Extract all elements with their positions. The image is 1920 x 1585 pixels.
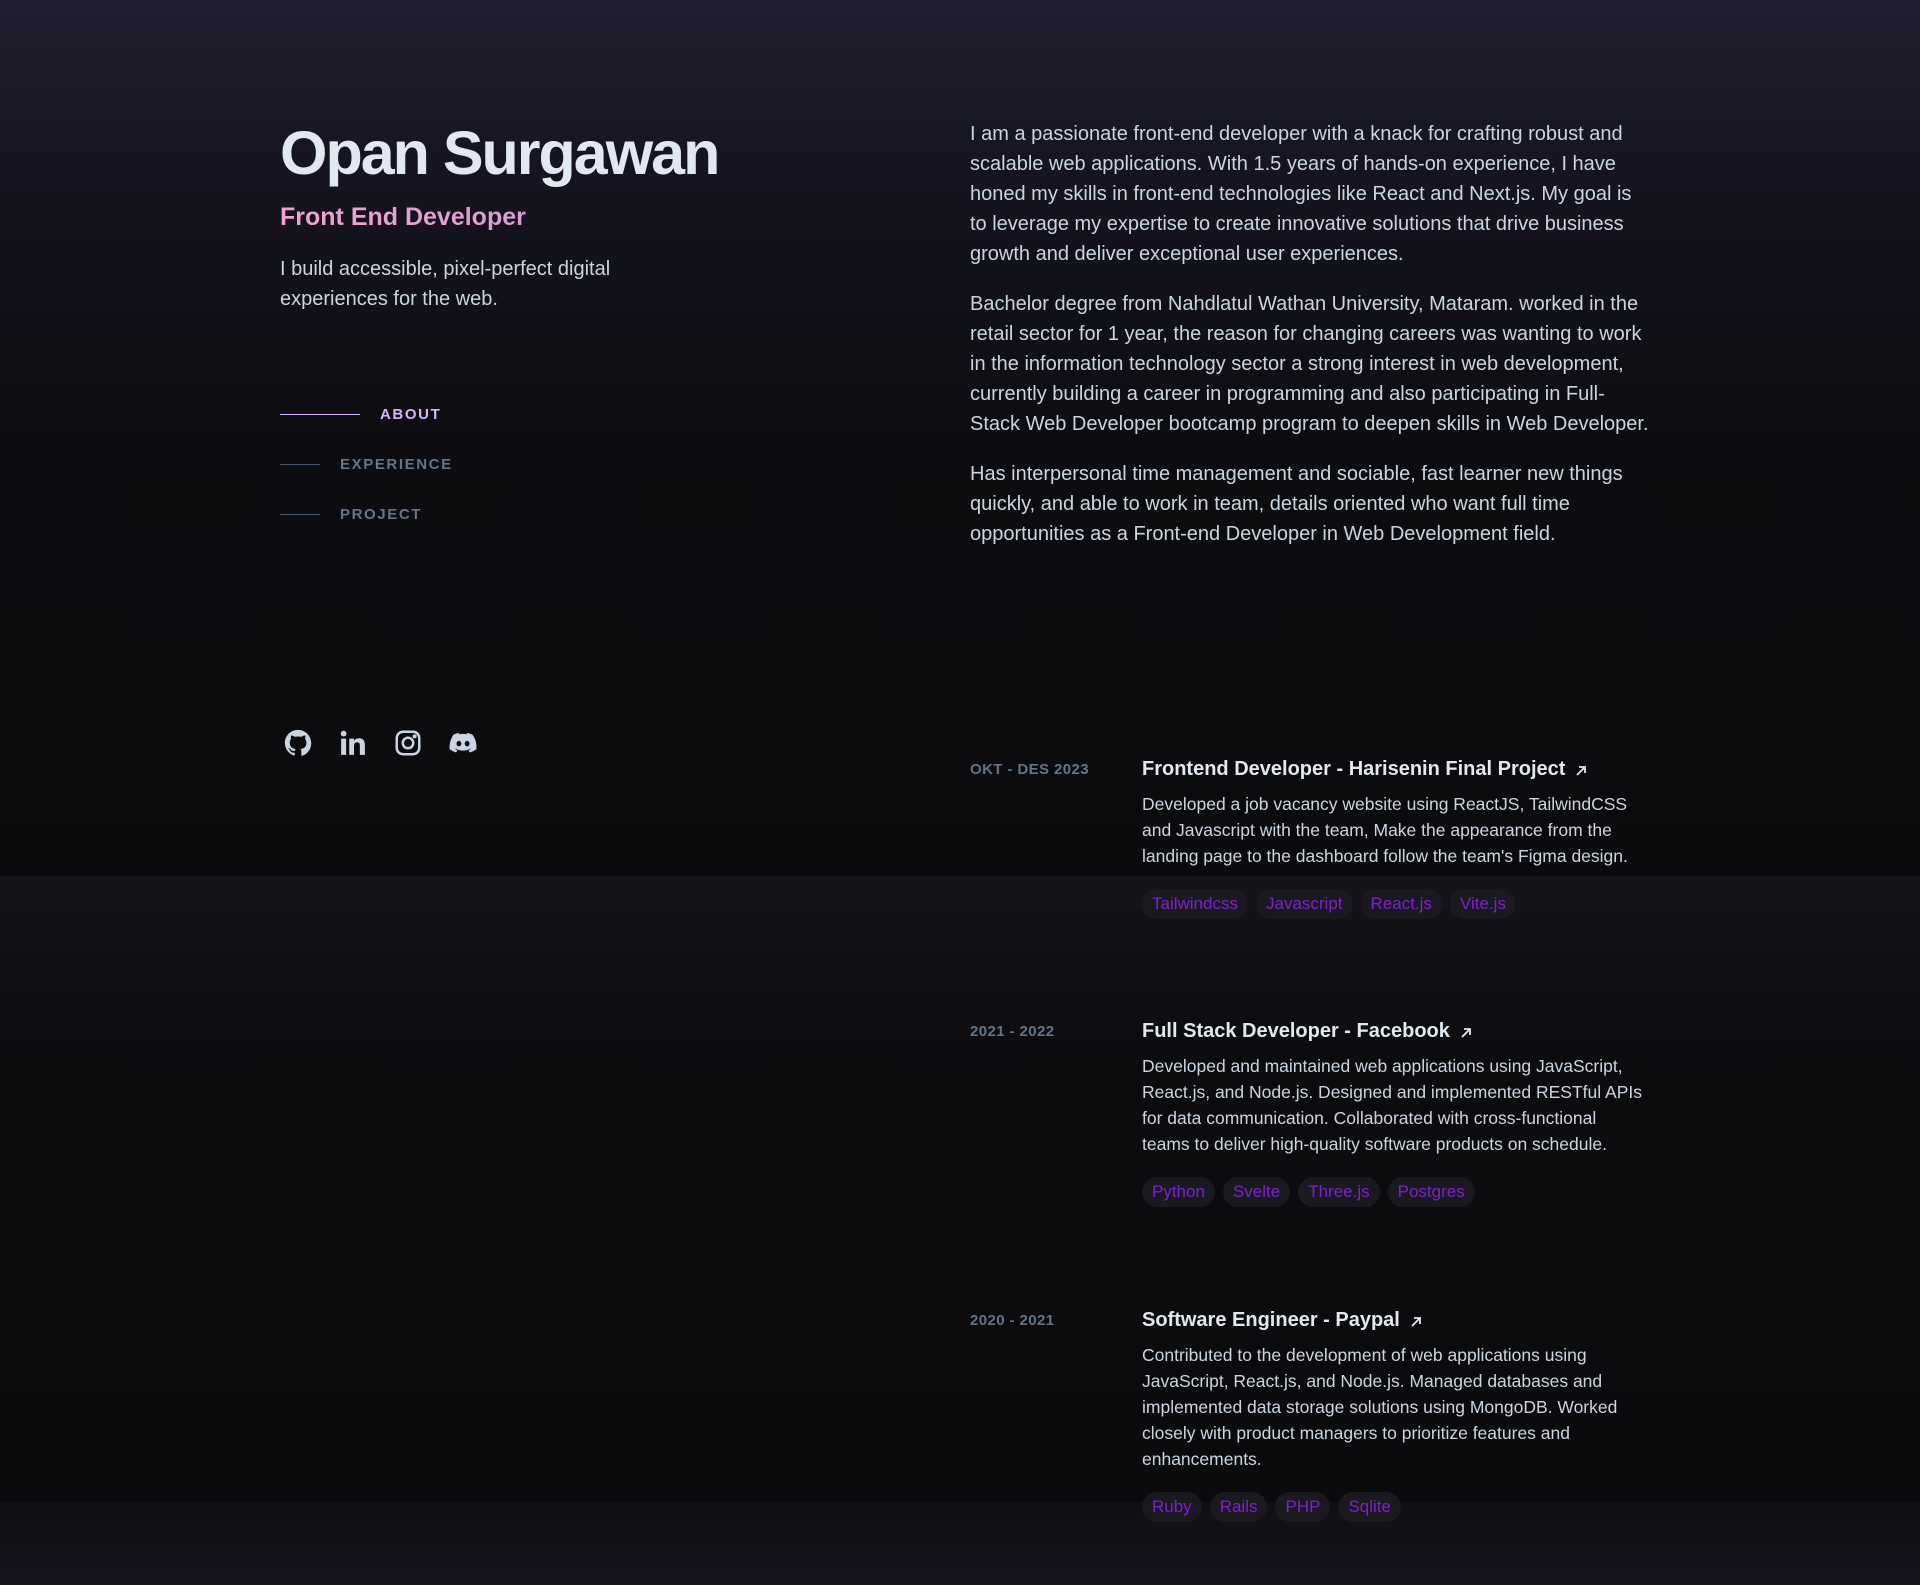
linkedin-link[interactable] xyxy=(338,728,368,758)
experience-date: OKT - DES 2023 xyxy=(970,761,1089,778)
social-links xyxy=(283,728,478,758)
tech-tag: Python xyxy=(1142,1177,1215,1207)
experience-title: Software Engineer - Paypal xyxy=(1142,1309,1400,1331)
tech-tag: Rails xyxy=(1209,1492,1268,1522)
nav-indicator-line xyxy=(280,413,360,415)
about-paragraph: I am a passionate front-end developer wi… xyxy=(970,123,1632,265)
nav-indicator-line xyxy=(280,463,320,465)
github-icon xyxy=(284,729,312,756)
section-nav: ABOUT EXPERIENCE PROJECT xyxy=(280,402,453,552)
tech-tag: Svelte xyxy=(1222,1177,1291,1207)
experience-description: Contributed to the development of web ap… xyxy=(1142,1345,1618,1469)
tech-tags: Tailwindcss Javascript React.js Vite.js xyxy=(1142,889,1642,919)
experience-title: Full Stack Developer - Facebook xyxy=(1142,1020,1450,1042)
profile-header: Opan Surgawan Front End Developer I buil… xyxy=(280,118,840,314)
tech-tag: Sqlite xyxy=(1338,1492,1401,1522)
discord-link[interactable] xyxy=(448,728,478,758)
tech-tag: Javascript xyxy=(1255,889,1353,919)
external-arrow-icon xyxy=(1409,1315,1423,1329)
tech-tag: Three.js xyxy=(1298,1177,1380,1207)
experience-title-link[interactable]: Full Stack Developer - Facebook xyxy=(1142,1017,1473,1045)
nav-item-label: EXPERIENCE xyxy=(340,455,453,473)
profile-name[interactable]: Opan Surgawan xyxy=(280,118,840,188)
tech-tag: Vite.js xyxy=(1449,889,1516,919)
tech-tag: Postgres xyxy=(1387,1177,1475,1207)
experience-title: Frontend Developer - Harisenin Final Pro… xyxy=(1142,758,1566,780)
profile-role: Front End Developer xyxy=(280,202,840,232)
experience-description: Developed and maintained web application… xyxy=(1142,1056,1642,1154)
about-paragraph: Has interpersonal time management and so… xyxy=(970,463,1623,545)
experience-date: 2020 - 2021 xyxy=(970,1312,1055,1329)
experience-description: Developed a job vacancy website using Re… xyxy=(1142,794,1628,866)
tech-tags: Ruby Rails PHP Sqlite xyxy=(1142,1492,1642,1522)
tech-tags: Python Svelte Three.js Postgres xyxy=(1142,1177,1642,1207)
nav-item-experience[interactable]: EXPERIENCE xyxy=(280,452,453,476)
nav-indicator-line xyxy=(280,513,320,515)
external-arrow-icon xyxy=(1574,764,1588,778)
nav-item-label: PROJECT xyxy=(340,505,423,523)
nav-item-about[interactable]: ABOUT xyxy=(280,402,453,426)
external-arrow-icon xyxy=(1459,1026,1473,1040)
nav-item-project[interactable]: PROJECT xyxy=(280,502,453,526)
github-link[interactable] xyxy=(283,728,313,758)
profile-tagline: I build accessible, pixel-perfect digita… xyxy=(280,258,611,310)
linkedin-icon xyxy=(340,730,365,755)
discord-icon xyxy=(449,733,477,753)
about-paragraph: Bachelor degree from Nahdlatul Wathan Un… xyxy=(970,293,1649,435)
nav-item-label: ABOUT xyxy=(380,405,442,423)
tech-tag: PHP xyxy=(1275,1492,1331,1522)
instagram-link[interactable] xyxy=(393,728,423,758)
instagram-icon xyxy=(395,730,421,756)
experience-date: 2021 - 2022 xyxy=(970,1023,1055,1040)
experience-title-link[interactable]: Software Engineer - Paypal xyxy=(1142,1306,1423,1334)
tech-tag: Ruby xyxy=(1142,1492,1202,1522)
tech-tag: React.js xyxy=(1360,889,1442,919)
tech-tag: Tailwindcss xyxy=(1142,889,1248,919)
about-section: I am a passionate front-end developer wi… xyxy=(970,119,1650,569)
experience-title-link[interactable]: Frontend Developer - Harisenin Final Pro… xyxy=(1142,755,1588,783)
